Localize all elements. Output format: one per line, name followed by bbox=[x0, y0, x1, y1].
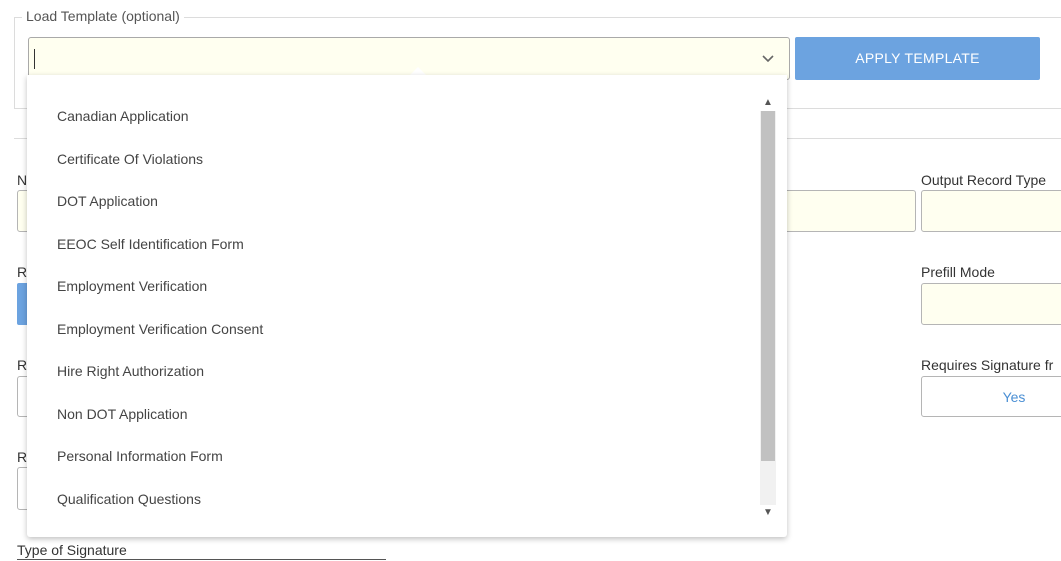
option-item[interactable]: Hire Right Authorization bbox=[57, 361, 204, 381]
option-item[interactable]: Qualification Questions bbox=[57, 489, 201, 509]
option-item[interactable]: Employment Verification Consent bbox=[57, 319, 263, 339]
name-label: N bbox=[17, 172, 28, 188]
r3-label: R bbox=[17, 449, 28, 465]
requires-signature-label: Requires Signature fr bbox=[921, 357, 1054, 373]
scroll-up-icon[interactable]: ▲ bbox=[760, 95, 776, 111]
load-template-legend: Load Template (optional) bbox=[22, 8, 184, 24]
type-of-signature-underline bbox=[17, 559, 386, 560]
prefill-mode-label: Prefill Mode bbox=[921, 264, 995, 280]
option-item[interactable]: Non DOT Application bbox=[57, 404, 187, 424]
requires-signature-yes-text: Yes bbox=[1002, 389, 1026, 405]
output-record-type-label: Output Record Type bbox=[921, 172, 1047, 188]
r1-label: R bbox=[17, 264, 28, 280]
dropdown-scrollbar[interactable]: ▲ ▼ bbox=[760, 95, 776, 521]
option-item[interactable]: DOT Application bbox=[57, 191, 158, 211]
option-item[interactable]: Certificate Of Violations bbox=[57, 149, 203, 169]
text-caret bbox=[34, 49, 35, 69]
template-dropdown-list: Canadian Application Certificate Of Viol… bbox=[27, 75, 787, 537]
scroll-down-icon[interactable]: ▼ bbox=[760, 505, 776, 521]
r2-label: R bbox=[17, 357, 28, 373]
option-item[interactable]: Personal Information Form bbox=[57, 446, 223, 466]
option-item[interactable]: EEOC Self Identification Form bbox=[57, 234, 244, 254]
prefill-mode-select[interactable] bbox=[921, 283, 1061, 325]
scroll-thumb[interactable] bbox=[761, 111, 775, 461]
requires-signature-yes-button[interactable]: Yes bbox=[921, 376, 1061, 417]
output-record-type-select[interactable] bbox=[921, 190, 1061, 232]
option-item[interactable]: Employment Verification bbox=[57, 276, 207, 296]
option-item[interactable]: Canadian Application bbox=[57, 106, 189, 126]
type-of-signature-label: Type of Signature bbox=[17, 542, 127, 558]
apply-template-button[interactable]: APPLY TEMPLATE bbox=[795, 37, 1040, 80]
chevron-down-icon[interactable] bbox=[761, 51, 775, 65]
